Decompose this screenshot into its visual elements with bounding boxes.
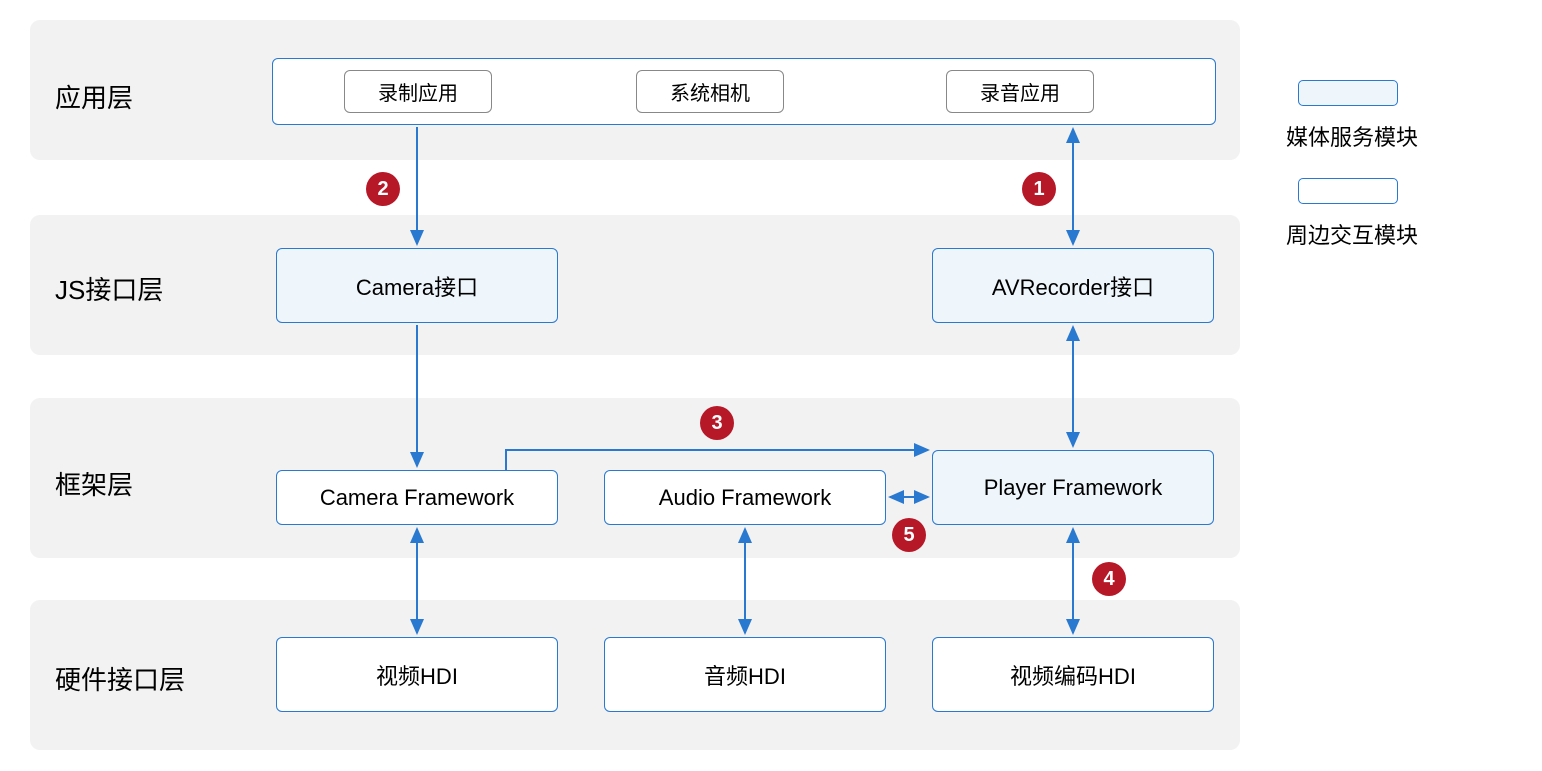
badge-5: 5 <box>892 518 926 552</box>
legend-label-media: 媒体服务模块 <box>1286 120 1418 152</box>
legend-swatch-peripheral <box>1298 178 1398 204</box>
box-video-hdi: 视频HDI <box>276 637 558 712</box>
legend-swatch-media <box>1298 80 1398 106</box>
box-audio-framework: Audio Framework <box>604 470 886 525</box>
badge-3: 3 <box>700 406 734 440</box>
box-record-app: 录制应用 <box>344 70 492 113</box>
box-camera-interface: Camera接口 <box>276 248 558 323</box>
box-video-enc-hdi: 视频编码HDI <box>932 637 1214 712</box>
box-avrecorder-interface: AVRecorder接口 <box>932 248 1214 323</box>
badge-4: 4 <box>1092 562 1126 596</box>
layer-label-hw: 硬件接口层 <box>55 660 185 697</box>
layer-label-js: JS接口层 <box>55 270 163 307</box>
box-camera-framework: Camera Framework <box>276 470 558 525</box>
box-player-framework: Player Framework <box>932 450 1214 525</box>
layer-label-app: 应用层 <box>55 78 133 115</box>
box-audio-hdi: 音频HDI <box>604 637 886 712</box>
box-audio-app: 录音应用 <box>946 70 1094 113</box>
legend-label-peripheral: 周边交互模块 <box>1286 218 1418 250</box>
layer-label-framework: 框架层 <box>55 465 133 502</box>
box-sys-camera: 系统相机 <box>636 70 784 113</box>
badge-1: 1 <box>1022 172 1056 206</box>
badge-2: 2 <box>366 172 400 206</box>
